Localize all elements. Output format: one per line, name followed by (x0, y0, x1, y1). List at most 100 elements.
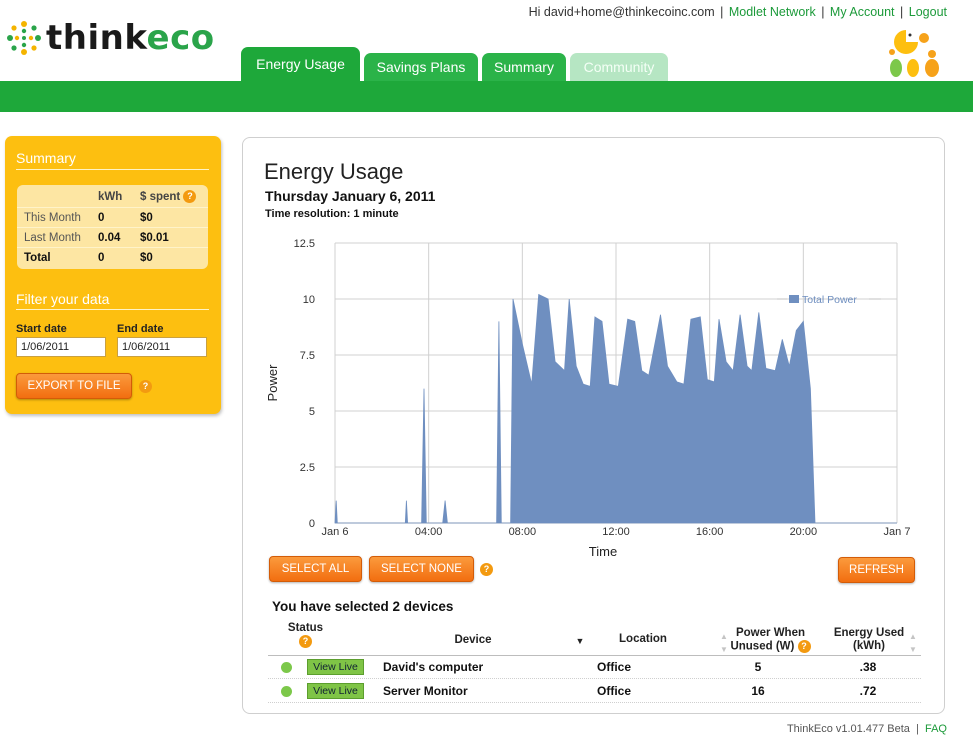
summary-table: kWh $ spent ? This Month 0 $0 Last Month… (17, 185, 208, 269)
help-icon[interactable]: ? (299, 635, 312, 648)
y-tick-label: 7.5 (300, 350, 315, 362)
y-tick-label: 12.5 (294, 238, 315, 250)
thinkeco-logo[interactable]: thinkeco (6, 18, 215, 58)
my-account-link[interactable]: My Account (830, 5, 895, 19)
sidebar-panel: Summary kWh $ spent ? This Month 0 $0 La… (5, 136, 221, 414)
start-date-label: Start date (16, 323, 67, 335)
table-row: View Live Server Monitor Office 16 .72 (268, 680, 921, 703)
status-online-icon (281, 686, 292, 697)
separator: | (916, 723, 919, 735)
help-icon[interactable]: ? (183, 190, 197, 204)
status-online-icon (281, 662, 292, 673)
x-tick-label: 12:00 (602, 526, 630, 538)
x-tick-label: 16:00 (696, 526, 724, 538)
power-unused-value: 16 (751, 684, 765, 698)
selected-devices-text: You have selected 2 devices (272, 599, 454, 614)
version-text: ThinkEco v1.01.477 Beta (786, 723, 910, 735)
power-unused-header[interactable]: Power When Unused (W) ? (723, 627, 818, 654)
sort-icon[interactable]: ▲ ▼ (906, 630, 920, 656)
time-resolution: Time resolution: 1 minute (265, 208, 399, 220)
select-all-button[interactable]: SELECT ALL (269, 556, 362, 582)
refresh-button[interactable]: REFRESH (838, 557, 915, 583)
page-title: Energy Usage (264, 159, 404, 184)
y-tick-label: 2.5 (300, 462, 315, 474)
separator: | (720, 5, 724, 19)
faq-link[interactable]: FAQ (925, 723, 947, 735)
end-date-input[interactable] (117, 337, 207, 357)
y-tick-label: 0 (309, 518, 315, 530)
mascot-icon (889, 30, 939, 77)
greeting-prefix: Hi (528, 5, 544, 19)
user-email: david+home@thinkecoinc.com (543, 5, 715, 19)
location-header[interactable]: Location (603, 633, 683, 646)
spent-value: $0.01 (140, 232, 169, 244)
energy-usage-panel: Energy Usage Thursday January 6, 2011 Ti… (242, 137, 945, 714)
spent-header: $ spent ? (140, 187, 197, 207)
tab-energy-usage[interactable]: Energy Usage (241, 47, 360, 81)
footer: ThinkEco v1.01.477 Beta | FAQ (787, 723, 947, 735)
separator: | (900, 5, 904, 19)
x-axis-label: Time (589, 544, 617, 559)
row-label: Last Month (24, 232, 81, 244)
date-heading: Thursday January 6, 2011 (265, 188, 436, 204)
summary-row-last-month: Last Month 0.04 $0.01 (17, 227, 208, 247)
summary-header-row: kWh $ spent ? (17, 187, 208, 207)
spent-value: $0 (140, 252, 153, 264)
separator: | (821, 5, 825, 19)
x-tick-label: Jan 7 (884, 526, 911, 538)
divider (16, 309, 209, 310)
energy-used-header[interactable]: Energy Used (kWh) (824, 627, 914, 653)
device-location: Office (597, 684, 632, 698)
legend-label: Total Power (802, 294, 857, 306)
kwh-header: kWh (98, 191, 123, 203)
kwh-value: 0.04 (98, 232, 121, 244)
tab-savings-plans[interactable]: Savings Plans (364, 53, 478, 81)
energy-chart: 0 2.5 5 7.5 10 12.5 Jan 6 04:00 08:00 12:00 16:00 2… (265, 238, 911, 559)
row-label: Total (24, 252, 51, 264)
sort-down-icon[interactable]: ▼ (574, 635, 586, 648)
nav-bar (0, 81, 973, 112)
y-tick-label: 10 (303, 294, 315, 306)
end-date-label: End date (117, 323, 164, 335)
summary-row-this-month: This Month 0 $0 (17, 207, 208, 227)
legend-swatch (789, 295, 799, 303)
kwh-value: 0 (98, 212, 105, 224)
help-icon[interactable]: ? (797, 640, 811, 653)
y-tick-label: 5 (309, 406, 315, 418)
tab-community[interactable]: Community (570, 53, 668, 81)
x-tick-label: 20:00 (790, 526, 818, 538)
start-date-input[interactable] (16, 337, 106, 357)
help-icon[interactable]: ? (139, 380, 152, 393)
x-tick-label: Jan 6 (322, 526, 349, 538)
spent-value: $0 (140, 212, 153, 224)
select-none-button[interactable]: SELECT NONE (369, 556, 474, 582)
view-live-button[interactable]: View Live (307, 683, 364, 699)
view-live-button[interactable]: View Live (307, 659, 364, 675)
sparkle-logo-icon (7, 21, 41, 55)
x-tick-label: 04:00 (415, 526, 443, 538)
device-location: Office (597, 660, 632, 674)
modlet-network-link[interactable]: Modlet Network (729, 5, 816, 19)
logo-eco-text: eco (146, 18, 215, 58)
filter-title: Filter your data (16, 291, 110, 307)
export-to-file-button[interactable]: EXPORT TO FILE (16, 373, 132, 399)
top-links: Hi david+home@thinkecoinc.com | Modlet N… (529, 5, 947, 19)
x-tick-label: 08:00 (509, 526, 537, 538)
summary-row-total: Total 0 $0 (17, 247, 208, 267)
status-header[interactable]: Status ? (278, 622, 333, 649)
energy-used-value: .38 (859, 660, 877, 674)
logo-think-text: think (46, 18, 147, 58)
divider (16, 169, 209, 170)
tab-summary[interactable]: Summary (482, 53, 566, 81)
chart-legend: Total Power (777, 294, 881, 306)
table-row: View Live David's computer Office 5 .38 (268, 656, 921, 679)
summary-title: Summary (16, 150, 76, 166)
help-icon[interactable]: ? (480, 563, 493, 576)
logout-link[interactable]: Logout (909, 5, 947, 19)
device-name: David's computer (383, 660, 484, 674)
kwh-value: 0 (98, 252, 105, 264)
y-axis-label: Power (265, 364, 280, 402)
power-unused-value: 5 (754, 660, 762, 674)
row-label: This Month (24, 212, 81, 224)
device-header[interactable]: Device (428, 634, 518, 647)
